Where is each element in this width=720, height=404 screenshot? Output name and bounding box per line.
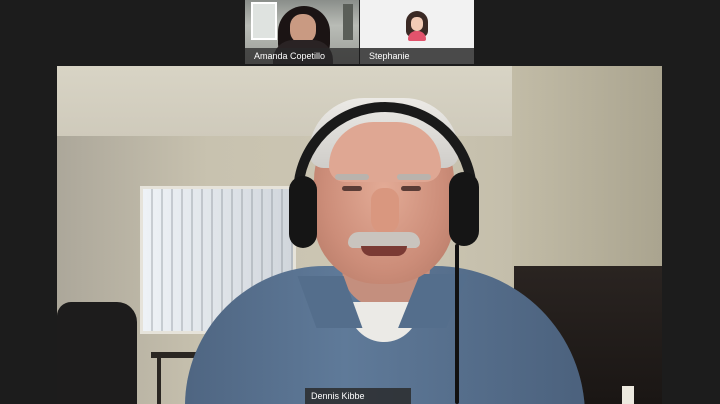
speaker-mouth [361,246,407,256]
participant-tile-stephanie[interactable]: Stephanie [360,0,474,64]
participant-tile-amanda[interactable]: Amanda Copetillo [245,0,359,64]
headphone-cable [455,244,459,404]
background-shelf [343,4,353,40]
active-speaker-name-label: Dennis Kibbe [305,388,411,404]
cartoon-woman-avatar-icon [405,11,429,41]
chair [57,302,137,404]
background-window [251,2,277,40]
active-speaker-video[interactable]: Dennis Kibbe [57,66,662,404]
headphone-earcup-right [449,172,479,246]
wall-outlet [622,386,634,404]
participant-name-label: Stephanie [360,48,474,64]
headphone-earcup-left [289,176,317,248]
participant-name-label: Amanda Copetillo [245,48,359,64]
video-call-window: Amanda Copetillo Stephanie Dennis Kibbe [0,0,720,404]
